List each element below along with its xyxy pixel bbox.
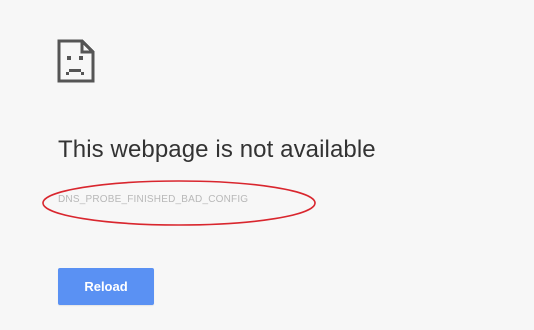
- error-title: This webpage is not available: [58, 136, 376, 163]
- error-code: DNS_PROBE_FINISHED_BAD_CONFIG: [58, 194, 249, 205]
- reload-button[interactable]: Reload: [58, 268, 154, 305]
- sad-page-icon: [56, 38, 96, 84]
